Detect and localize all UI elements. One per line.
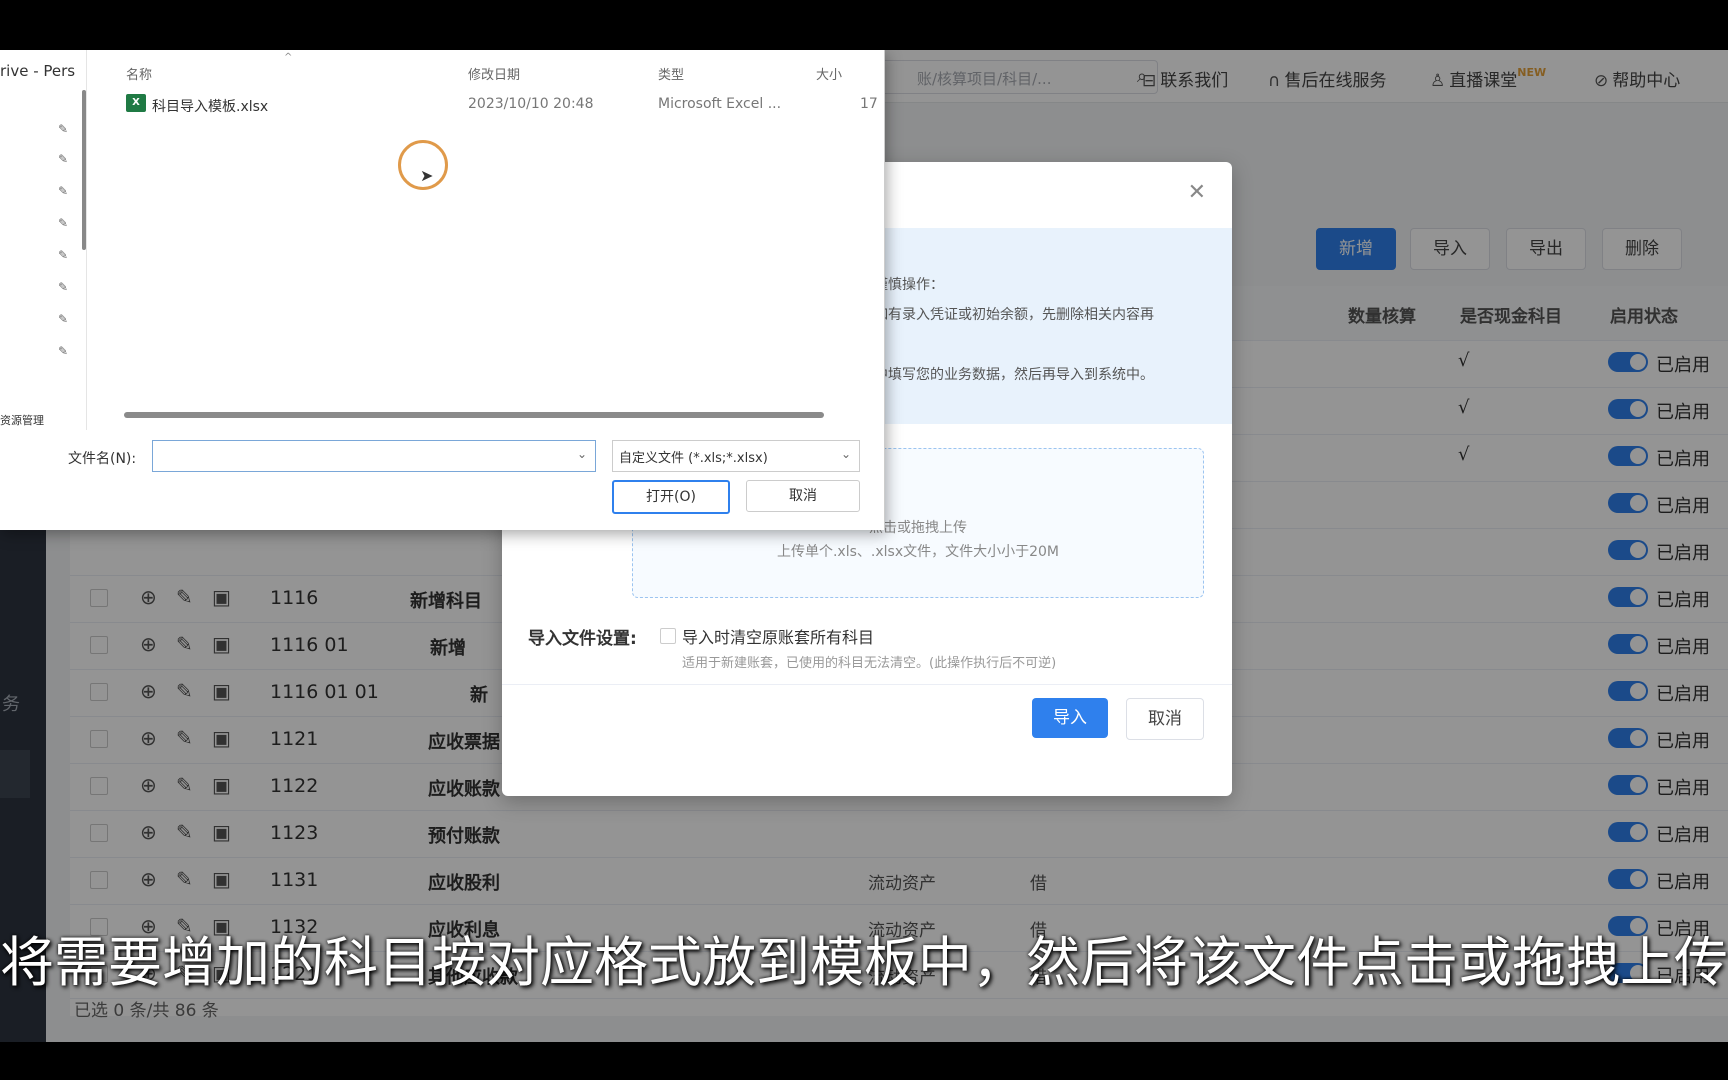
video-subtitle: 将需要增加的科目按对应格式放到模板中，然后将该文件点击或拖拽上传	[0, 931, 1728, 994]
dialog-divider	[502, 684, 1232, 685]
filename-input[interactable]: ⌄	[152, 440, 596, 472]
app-screen: 务 账/核算项目/科目/... ⌕ ⊟ 联系我们 ∩ 售后在线服务 ♙ 直播课堂NEW…	[0, 50, 1728, 1042]
column-modified[interactable]: 修改日期	[468, 64, 520, 83]
column-type[interactable]: 类型	[658, 64, 684, 83]
nav-drive-item[interactable]: rive - Pers	[0, 62, 75, 80]
mouse-cursor-icon: ➤	[420, 166, 434, 185]
pin-icon: ✎	[58, 184, 69, 198]
nav-item-label[interactable]: 资源管理	[0, 412, 44, 428]
file-type-value: 自定义文件 (*.xls;*.xlsx)	[619, 451, 768, 466]
open-button[interactable]: 打开(O)	[612, 480, 730, 514]
confirm-import-button[interactable]: 导入	[1032, 698, 1108, 738]
column-size[interactable]: 大小	[816, 64, 842, 83]
file-name[interactable]: 科目导入模板.xlsx	[152, 96, 268, 116]
sort-caret-icon: ^	[284, 52, 293, 63]
notice-line: 中填写您的业务数据，然后再导入到系统中。	[874, 367, 1154, 383]
cancel-import-button[interactable]: 取消	[1126, 698, 1204, 740]
upload-constraints: 上传单个.xls、.xlsx文件，文件大小小于20M	[776, 544, 1060, 560]
video-letterbox-top	[0, 0, 1728, 50]
file-open-dialog: rive - Pers ✎ ✎ ✎ ✎ ✎ ✎ ✎ ✎ 资源管理 ^ 名称 修改…	[0, 50, 885, 530]
file-type: Microsoft Excel ...	[658, 96, 782, 112]
pin-icon: ✎	[58, 280, 69, 294]
pin-icon: ✎	[58, 312, 69, 326]
excel-file-icon: X	[126, 94, 146, 112]
pin-icon: ✎	[58, 344, 69, 358]
close-icon[interactable]: ✕	[1188, 180, 1206, 205]
column-name[interactable]: 名称	[126, 64, 152, 83]
notice-line: 如有录入凭证或初始余额，先删除相关内容再	[874, 307, 1154, 323]
clear-accounts-hint: 适用于新建账套，已使用的科目无法清空。(此操作执行后不可逆)	[682, 656, 1057, 671]
pin-icon: ✎	[58, 248, 69, 262]
chevron-down-icon[interactable]: ⌄	[841, 447, 851, 461]
pin-icon: ✎	[58, 152, 69, 166]
file-nav-pane: rive - Pers ✎ ✎ ✎ ✎ ✎ ✎ ✎ ✎ 资源管理	[0, 50, 87, 430]
pin-icon: ✎	[58, 122, 69, 136]
file-modified: 2023/10/10 20:48	[468, 96, 594, 112]
nav-scrollbar[interactable]	[82, 90, 86, 250]
import-setting-label: 导入文件设置:	[528, 629, 637, 649]
chevron-down-icon[interactable]: ⌄	[577, 447, 587, 461]
filename-label: 文件名(N):	[68, 451, 137, 467]
file-size: 17	[860, 96, 878, 112]
pin-icon: ✎	[58, 216, 69, 230]
file-type-select[interactable]: 自定义文件 (*.xls;*.xlsx) ⌄	[612, 440, 860, 472]
file-cancel-button[interactable]: 取消	[746, 480, 860, 512]
video-letterbox-bottom	[0, 1042, 1728, 1080]
clear-accounts-label[interactable]: 导入时清空原账套所有科目	[682, 624, 874, 648]
file-list-scrollbar[interactable]	[124, 412, 824, 418]
clear-accounts-checkbox[interactable]	[660, 628, 676, 644]
